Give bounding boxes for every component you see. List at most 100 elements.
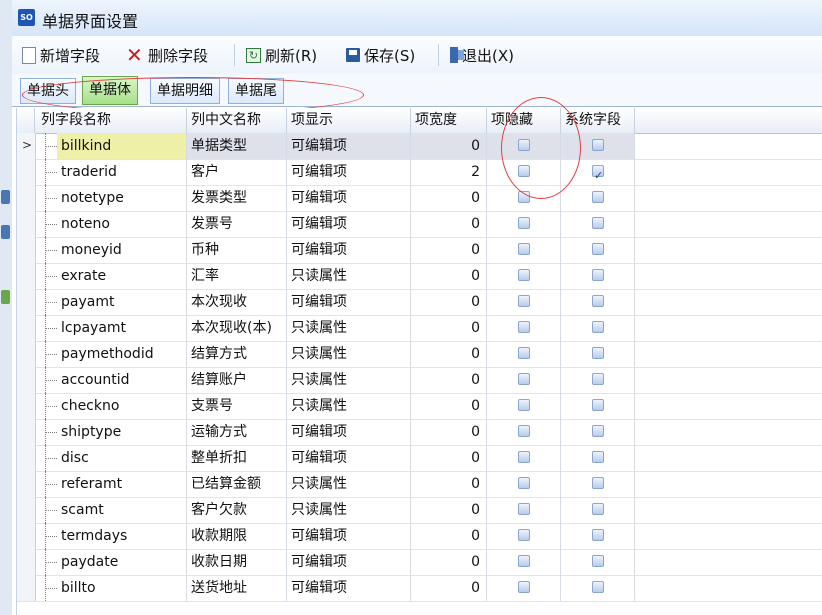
row-indicator[interactable]: [17, 211, 36, 237]
cn-name-cell[interactable]: 发票类型: [187, 185, 287, 211]
cn-name-cell[interactable]: 发票号: [187, 211, 287, 237]
cn-name-cell[interactable]: 整单折扣: [187, 445, 287, 471]
hidden-checkbox[interactable]: [518, 425, 530, 437]
field-name-cell[interactable]: checkno: [57, 393, 187, 419]
cn-name-cell[interactable]: 客户欠款: [187, 497, 287, 523]
row-indicator[interactable]: [17, 497, 36, 523]
cn-name-cell[interactable]: 客户: [187, 159, 287, 185]
header-hidden[interactable]: 项隐藏: [487, 108, 561, 133]
field-name-cell[interactable]: referamt: [57, 471, 187, 497]
system-field-checkbox[interactable]: [592, 295, 604, 307]
row-indicator[interactable]: [17, 341, 36, 367]
table-row[interactable]: notetype 发票类型 可编辑项 0: [17, 185, 822, 212]
hidden-checkbox[interactable]: [518, 165, 530, 177]
display-cell[interactable]: 只读属性: [287, 341, 411, 367]
field-name-cell[interactable]: notetype: [57, 185, 187, 211]
field-name-cell[interactable]: lcpayamt: [57, 315, 187, 341]
hidden-checkbox[interactable]: [518, 451, 530, 463]
table-row[interactable]: traderid 客户 可编辑项 2: [17, 159, 822, 186]
system-field-checkbox[interactable]: [592, 243, 604, 255]
display-cell[interactable]: 可编辑项: [287, 133, 411, 159]
field-name-cell[interactable]: scamt: [57, 497, 187, 523]
table-row[interactable]: payamt 本次现收 可编辑项 0: [17, 289, 822, 316]
display-cell[interactable]: 可编辑项: [287, 159, 411, 185]
width-cell[interactable]: 0: [411, 315, 487, 341]
display-cell[interactable]: 只读属性: [287, 315, 411, 341]
tab-bill-detail[interactable]: 单据明细: [150, 78, 220, 104]
display-cell[interactable]: 可编辑项: [287, 523, 411, 549]
system-field-checkbox[interactable]: [592, 425, 604, 437]
width-cell[interactable]: 0: [411, 523, 487, 549]
field-name-cell[interactable]: moneyid: [57, 237, 187, 263]
hidden-checkbox[interactable]: [518, 269, 530, 281]
cn-name-cell[interactable]: 汇率: [187, 263, 287, 289]
field-name-cell[interactable]: paymethodid: [57, 341, 187, 367]
display-cell[interactable]: 只读属性: [287, 393, 411, 419]
field-name-cell[interactable]: disc: [57, 445, 187, 471]
system-field-checkbox[interactable]: [592, 477, 604, 489]
header-field-name[interactable]: 列字段名称: [35, 108, 187, 133]
hidden-checkbox[interactable]: [518, 477, 530, 489]
table-row[interactable]: checkno 支票号 只读属性 0: [17, 393, 822, 420]
tab-bill-footer[interactable]: 单据尾: [228, 78, 284, 104]
save-button[interactable]: 保存(S): [346, 42, 415, 68]
system-field-checkbox[interactable]: [592, 163, 604, 185]
system-field-checkbox[interactable]: [592, 529, 604, 541]
tab-bill-header[interactable]: 单据头: [20, 78, 76, 104]
row-indicator[interactable]: [17, 575, 36, 601]
system-field-checkbox[interactable]: [592, 347, 604, 359]
table-row[interactable]: scamt 客户欠款 只读属性 0: [17, 497, 822, 524]
width-cell[interactable]: 0: [411, 133, 487, 159]
width-cell[interactable]: 0: [411, 445, 487, 471]
display-cell[interactable]: 可编辑项: [287, 419, 411, 445]
display-cell[interactable]: 可编辑项: [287, 185, 411, 211]
table-row[interactable]: exrate 汇率 只读属性 0: [17, 263, 822, 290]
row-indicator[interactable]: [17, 263, 36, 289]
row-indicator[interactable]: [17, 471, 36, 497]
field-name-cell[interactable]: termdays: [57, 523, 187, 549]
table-row[interactable]: moneyid 币种 可编辑项 0: [17, 237, 822, 264]
table-row[interactable]: disc 整单折扣 可编辑项 0: [17, 445, 822, 472]
header-display[interactable]: 项显示: [287, 108, 411, 133]
table-row[interactable]: shiptype 运输方式 可编辑项 0: [17, 419, 822, 446]
cn-name-cell[interactable]: 运输方式: [187, 419, 287, 445]
system-field-checkbox[interactable]: [592, 503, 604, 515]
system-field-checkbox[interactable]: [592, 139, 604, 151]
row-indicator[interactable]: [17, 185, 36, 211]
hidden-checkbox[interactable]: [518, 295, 530, 307]
header-cn-name[interactable]: 列中文名称: [187, 108, 287, 133]
hidden-checkbox[interactable]: [518, 503, 530, 515]
header-width[interactable]: 项宽度: [411, 108, 487, 133]
system-field-checkbox[interactable]: [592, 191, 604, 203]
hidden-checkbox[interactable]: [518, 347, 530, 359]
hidden-checkbox[interactable]: [518, 243, 530, 255]
display-cell[interactable]: 可编辑项: [287, 289, 411, 315]
display-cell[interactable]: 只读属性: [287, 497, 411, 523]
cn-name-cell[interactable]: 币种: [187, 237, 287, 263]
row-indicator[interactable]: [17, 419, 36, 445]
width-cell[interactable]: 0: [411, 341, 487, 367]
refresh-button[interactable]: ↻ 刷新(R): [246, 42, 317, 68]
row-indicator[interactable]: [17, 315, 36, 341]
cn-name-cell[interactable]: 收款期限: [187, 523, 287, 549]
width-cell[interactable]: 2: [411, 159, 487, 185]
hidden-checkbox[interactable]: [518, 399, 530, 411]
width-cell[interactable]: 0: [411, 497, 487, 523]
hidden-checkbox[interactable]: [518, 581, 530, 593]
table-row[interactable]: referamt 已结算金额 只读属性 0: [17, 471, 822, 498]
new-field-button[interactable]: 新增字段: [22, 42, 100, 68]
row-indicator[interactable]: [17, 523, 36, 549]
field-name-cell[interactable]: traderid: [57, 159, 187, 185]
table-row[interactable]: accountid 结算账户 只读属性 0: [17, 367, 822, 394]
table-row[interactable]: lcpayamt 本次现收(本) 只读属性 0: [17, 315, 822, 342]
display-cell[interactable]: 只读属性: [287, 263, 411, 289]
hidden-checkbox[interactable]: [518, 139, 530, 151]
hidden-checkbox[interactable]: [518, 555, 530, 567]
field-name-cell[interactable]: shiptype: [57, 419, 187, 445]
table-row[interactable]: paydate 收款日期 可编辑项 0: [17, 549, 822, 576]
tab-bill-body[interactable]: 单据体: [82, 76, 138, 105]
cn-name-cell[interactable]: 本次现收(本): [187, 315, 287, 341]
width-cell[interactable]: 0: [411, 367, 487, 393]
cn-name-cell[interactable]: 收款日期: [187, 549, 287, 575]
row-indicator[interactable]: [17, 367, 36, 393]
